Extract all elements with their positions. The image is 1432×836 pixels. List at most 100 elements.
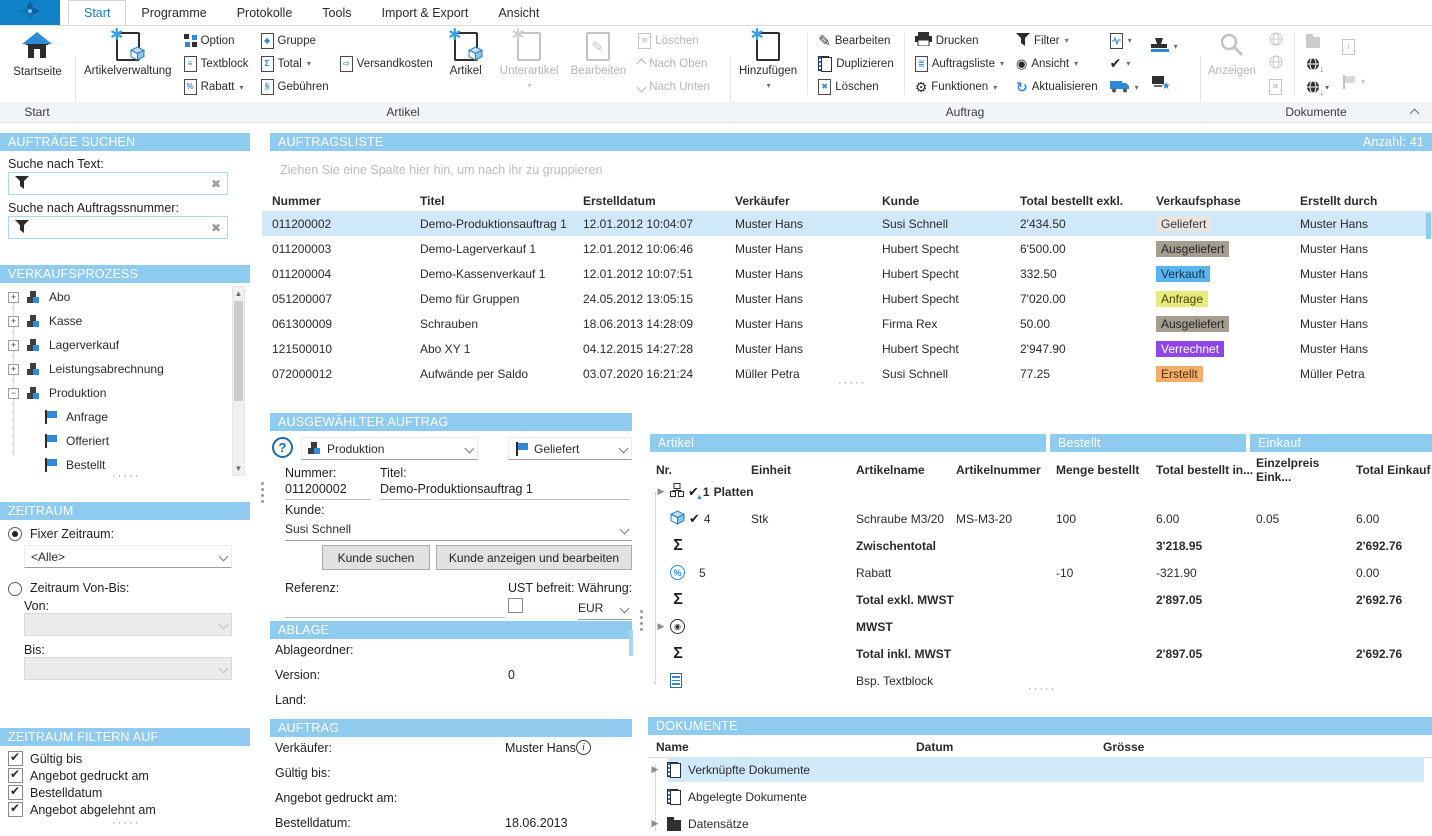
panel-splitter[interactable] (261, 482, 264, 503)
col-kunde[interactable]: Kunde (882, 194, 1020, 208)
order-row[interactable]: 011200004 Demo-Kassenverkauf 1 12.01.201… (262, 261, 1432, 286)
aktualisieren-button[interactable]: ↻Aktualisieren (1012, 76, 1102, 98)
search-number-input[interactable]: ✖ (8, 216, 228, 239)
col-total-bestellt[interactable]: Total bestellt in... (1156, 463, 1256, 477)
fixer-zeitraum-select[interactable]: <Alle> (24, 545, 232, 568)
order-row[interactable]: 121500010 Abo XY 1 04.12.2015 14:27:28 M… (262, 336, 1432, 361)
resize-grip[interactable]: ····· (112, 817, 140, 829)
bestelldatum-checkbox[interactable] (8, 785, 23, 800)
tree-item-bestellt[interactable]: Bestellt (44, 454, 105, 476)
info-icon[interactable]: i (576, 740, 591, 755)
col-nummer[interactable]: Nummer (272, 194, 420, 208)
titel-field[interactable]: Demo-Produktionsauftrag 1 (380, 482, 630, 500)
resize-grip[interactable]: ····· (112, 470, 140, 482)
zeitraum-vonbis-radio[interactable] (8, 582, 22, 596)
expand-plus-icon[interactable]: + (8, 364, 19, 375)
hinzufuegen-button[interactable]: ∗ Hinzufügen ▾ (734, 27, 802, 101)
tree-item-lagerverkauf[interactable]: +Lagerverkauf (8, 334, 119, 356)
angebot-abgelehnt-checkbox[interactable] (8, 802, 23, 817)
confirm-button[interactable]: ✔▾ (1106, 53, 1143, 75)
app-logo[interactable] (0, 0, 60, 25)
col-erstellt-durch[interactable]: Erstellt durch (1300, 194, 1432, 208)
referenz-field[interactable] (285, 600, 505, 618)
kunde-select[interactable]: Susi Schnell (285, 518, 632, 541)
col-verkaufsphase[interactable]: Verkaufsphase (1156, 194, 1300, 208)
auftragsliste-button[interactable]: ≣Auftragsliste▾ (911, 53, 1008, 75)
tree-item-anfrage[interactable]: Anfrage (44, 406, 108, 428)
col-name[interactable]: Name (656, 740, 916, 754)
gueltig-bis-checkbox[interactable] (8, 751, 23, 766)
expand-arrow-icon[interactable]: ▶ (656, 486, 666, 497)
nach-unten-button[interactable]: Nach Unten (634, 76, 714, 98)
article-row[interactable]: Σ Total inkl. MWST 2'897.05 2'692.76 (648, 640, 1432, 667)
col-titel[interactable]: Titel (420, 194, 583, 208)
gebuehren-button[interactable]: §Gebühren (257, 76, 333, 98)
ansicht-button[interactable]: ◉Ansicht▾ (1012, 53, 1102, 75)
filter-button[interactable]: Filter▾ (1012, 30, 1102, 52)
doc-flag-button[interactable]: ▾ (1338, 71, 1369, 93)
waehrung-select[interactable]: EUR (578, 597, 632, 620)
document-row-verknuepfte[interactable]: ▶ Verknüpfte Dokumente (650, 757, 810, 782)
tree-item-produktion[interactable]: −Produktion (8, 382, 106, 404)
resize-grip[interactable]: ····· (838, 377, 866, 389)
rabatt-button[interactable]: %Rabatt▾ (180, 76, 253, 98)
col-einheit[interactable]: Einheit (751, 463, 856, 477)
documents-header-row[interactable]: Name Datum Grösse (648, 736, 1432, 758)
order-row[interactable]: 051200007 Demo für Gruppen 24.05.2012 13… (262, 286, 1432, 311)
scroll-up-icon[interactable]: ▲ (233, 289, 244, 298)
tab-start[interactable]: Start (68, 0, 126, 25)
artikelverwaltung-button[interactable]: ∗ Artikelverwaltung (79, 27, 177, 101)
phase-select[interactable]: Geliefert (508, 437, 632, 460)
article-row[interactable]: ▶✔▲1Platten (648, 478, 1432, 505)
expand-arrow-icon[interactable]: ▶ (656, 621, 666, 632)
document-row-datensaetze[interactable]: ▶ Datensätze (650, 811, 749, 836)
search-text-input[interactable]: ✖ (8, 172, 228, 195)
clear-icon[interactable]: ✖ (211, 177, 221, 191)
protocol-button[interactable]: ▾ (1106, 30, 1143, 52)
artikel-bearbeiten-button[interactable]: ✎ Bearbeiten (566, 27, 632, 101)
versandkosten-button[interactable]: ⇨Versandkosten (336, 53, 437, 75)
tab-programme[interactable]: Programme (126, 0, 221, 25)
order-row[interactable]: 061300009 Schrauben 18.06.2013 14:28:09 … (262, 311, 1432, 336)
expand-plus-icon[interactable]: + (8, 292, 19, 303)
groupby-hint[interactable]: Ziehen Sie eine Spalte hier hin, um nach… (280, 163, 602, 177)
scrollbar-thumb[interactable] (234, 301, 243, 401)
article-row[interactable]: ✔4 Stk Schraube M3/20 MS-M3-20 100 6.00 … (648, 505, 1432, 532)
tree-item-kasse[interactable]: +Kasse (8, 310, 82, 332)
auftrag-bearbeiten-button[interactable]: ✎Bearbeiten (814, 30, 898, 52)
fixer-zeitraum-radio[interactable] (8, 527, 22, 541)
doc-download-all-button[interactable]: ↓▾ (1302, 76, 1333, 98)
doc-delete-button[interactable]: ✖ (1265, 76, 1287, 98)
unterartikel-button[interactable]: ∗ Unterartikel ▾ (495, 27, 564, 101)
doc-upload2-button[interactable] (1265, 53, 1287, 75)
artikel-loeschen-button[interactable]: ✖Löschen (634, 30, 714, 52)
article-row[interactable]: Σ Zwischentotal 3'218.95 2'692.76 (648, 532, 1432, 559)
funktionen-button[interactable]: ⚙Funktionen▾ (911, 76, 1008, 98)
tab-tools[interactable]: Tools (307, 0, 366, 25)
kunde-suchen-button[interactable]: Kunde suchen (322, 545, 430, 570)
help-icon[interactable]: ? (272, 437, 293, 458)
doc-upload-button[interactable] (1265, 30, 1287, 52)
doc-info-button[interactable]: i (1338, 36, 1369, 58)
anzeigen-button[interactable]: Anzeigen (1203, 27, 1261, 101)
folder-add-button[interactable] (1302, 30, 1333, 52)
option-button[interactable]: Option (180, 30, 253, 52)
shop-button[interactable]: ★ (1147, 71, 1182, 93)
article-row[interactable]: Σ Total exkl. MWST 2'897.05 2'692.76 (648, 586, 1432, 613)
tab-protokolle[interactable]: Protokolle (222, 0, 308, 25)
col-total[interactable]: Total bestellt exkl. (1020, 194, 1156, 208)
tree-scrollbar[interactable]: ▲ ▼ (232, 286, 245, 476)
col-verkaeufer[interactable]: Verkäufer (735, 194, 882, 208)
drucken-button[interactable]: Drucken (911, 30, 1008, 52)
scroll-down-icon[interactable]: ▼ (233, 464, 244, 473)
startseite-button[interactable]: Startseite (8, 27, 67, 101)
article-row[interactable]: %5 Rabatt -10 -321.90 0.00 (648, 559, 1432, 586)
kunde-anzeigen-button[interactable]: Kunde anzeigen und bearbeiten (436, 545, 632, 570)
tree-item-offeriert[interactable]: Offeriert (44, 430, 109, 452)
angebot-gedruckt-checkbox[interactable] (8, 768, 23, 783)
expand-plus-icon[interactable]: + (8, 340, 19, 351)
col-total-einkauf[interactable]: Total Einkauf o... (1356, 463, 1432, 477)
col-groesse[interactable]: Grösse (1103, 740, 1432, 754)
tree-item-abo[interactable]: +Abo (8, 286, 70, 308)
auftrag-loeschen-button[interactable]: ✖Löschen (814, 76, 898, 98)
